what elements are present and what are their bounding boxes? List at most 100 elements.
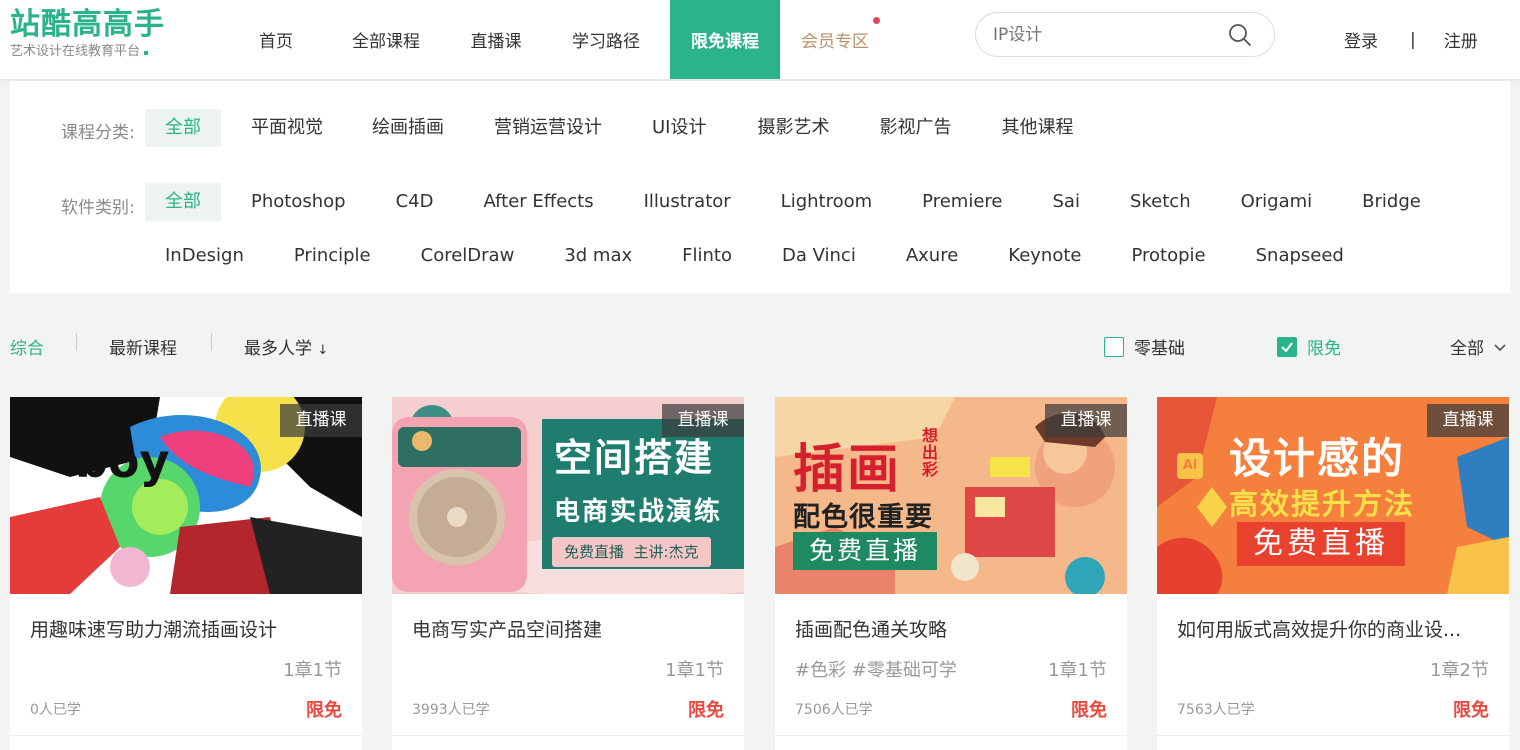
free-label: 限免	[1307, 339, 1341, 359]
course-topic-tags: #色彩 #零基础可学	[795, 660, 957, 681]
login-link[interactable]: 登录	[1344, 27, 1378, 52]
nav-vip[interactable]: 会员专区	[780, 0, 890, 79]
sort-comprehensive[interactable]: 综合	[10, 334, 44, 359]
register-link[interactable]: 注册	[1444, 27, 1478, 52]
course-thumbnail[interactable]: Ai 设计感的 高效提升方法 免费直播 直播课	[1157, 397, 1509, 594]
live-course-tag: 直播课	[1427, 404, 1509, 437]
price-badge: 限免	[1071, 700, 1107, 721]
learner-count: 7563人已学	[1177, 702, 1255, 718]
sort-most-learned[interactable]: 最多人学 ↓	[244, 334, 328, 359]
software-protopie[interactable]: Protopie	[1131, 237, 1205, 275]
card-divider	[775, 735, 1127, 736]
software-row-2: InDesign Principle CorelDraw 3d max Flin…	[165, 237, 1344, 275]
banner-note: 免费直播 主讲:杰克	[552, 537, 711, 567]
sort-newest[interactable]: 最新课程	[109, 334, 177, 359]
category-row: 全部 平面视觉 绘画插画 营销运营设计 UI设计 摄影艺术 影视广告 其他课程	[145, 109, 1073, 147]
category-all[interactable]: 全部	[145, 109, 221, 147]
price-badge: 限免	[306, 700, 342, 721]
banner-note: 免费直播	[793, 532, 938, 570]
course-card[interactable]: boy 直播课 用趣味速写助力潮流插画设计 1章1节 0人已学 限免	[10, 397, 362, 750]
sort-most-learned-label: 最多人学	[244, 339, 312, 359]
zero-basis-label: 零基础	[1134, 339, 1185, 359]
live-course-tag: 直播课	[280, 404, 362, 437]
course-card[interactable]: 插画 想出彩 配色很重要 免费直播 直播课 插画配色通关攻略 #色彩 #零基础可…	[775, 397, 1127, 750]
banner-side-text: 想出彩	[922, 426, 939, 479]
software-premiere[interactable]: Premiere	[922, 183, 1002, 221]
category-other[interactable]: 其他课程	[1001, 109, 1073, 147]
top-header: 站酷高高手 艺术设计在线教育平台 首页 全部课程 直播课 学习路径 限免课程 会…	[0, 0, 1520, 79]
course-title[interactable]: 如何用版式高效提升你的商业设...	[1177, 615, 1497, 642]
software-snapseed[interactable]: Snapseed	[1256, 237, 1344, 275]
software-bridge[interactable]: Bridge	[1362, 183, 1421, 221]
category-photography[interactable]: 摄影艺术	[757, 109, 829, 147]
category-marketing[interactable]: 营销运营设计	[494, 109, 602, 147]
sort-bar: 综合 最新课程 最多人学 ↓ 零基础 限免 全部	[10, 330, 1510, 360]
main-nav: 首页 全部课程 直播课 学习路径 限免课程 会员专区	[230, 0, 890, 79]
course-card[interactable]: Ai 设计感的 高效提升方法 免费直播 直播课 如何用版式高效提升你的商业设..…	[1157, 397, 1509, 750]
category-illustration[interactable]: 绘画插画	[372, 109, 444, 147]
nav-home[interactable]: 首页	[230, 0, 322, 79]
course-thumbnail[interactable]: 插画 想出彩 配色很重要 免费直播 直播课	[775, 397, 1127, 594]
software-after-effects[interactable]: After Effects	[483, 183, 593, 221]
nav-all-courses[interactable]: 全部课程	[322, 0, 450, 79]
course-thumbnail[interactable]: 空间搭建 电商实战演练 免费直播 主讲:杰克 直播课	[392, 397, 744, 594]
logo-title: 站酷高高手	[10, 7, 165, 42]
software-illustrator[interactable]: Illustrator	[644, 183, 731, 221]
free-checkbox[interactable]: 限免	[1277, 334, 1341, 359]
card-divider	[1157, 735, 1509, 736]
card-divider	[10, 735, 362, 736]
software-lightroom[interactable]: Lightroom	[781, 183, 873, 221]
banner-subtitle: 电商实战演练	[554, 497, 723, 527]
course-title[interactable]: 电商写实产品空间搭建	[412, 615, 732, 642]
learner-count: 7506人已学	[795, 702, 873, 718]
site-logo[interactable]: 站酷高高手 艺术设计在线教育平台	[10, 8, 165, 61]
software-all[interactable]: 全部	[145, 183, 221, 221]
nav-live[interactable]: 直播课	[450, 0, 542, 79]
live-course-tag: 直播课	[662, 404, 744, 437]
software-indesign[interactable]: InDesign	[165, 237, 244, 275]
course-title[interactable]: 插画配色通关攻略	[795, 615, 1115, 642]
live-course-tag: 直播课	[1045, 404, 1127, 437]
price-badge: 限免	[688, 700, 724, 721]
search-input[interactable]	[993, 23, 1223, 47]
software-flinto[interactable]: Flinto	[682, 237, 732, 275]
software-row-1: 全部 Photoshop C4D After Effects Illustrat…	[145, 183, 1421, 221]
category-graphic[interactable]: 平面视觉	[251, 109, 323, 147]
software-principle[interactable]: Principle	[294, 237, 371, 275]
check-icon	[1277, 336, 1297, 357]
chevron-down-icon	[1494, 337, 1506, 357]
software-axure[interactable]: Axure	[906, 237, 958, 275]
software-keynote[interactable]: Keynote	[1008, 237, 1081, 275]
ai-badge: Ai	[1177, 453, 1203, 479]
course-card[interactable]: 空间搭建 电商实战演练 免费直播 主讲:杰克 直播课 电商写实产品空间搭建 1章…	[392, 397, 744, 750]
category-ui[interactable]: UI设计	[652, 109, 706, 147]
software-sai[interactable]: Sai	[1052, 183, 1079, 221]
course-title[interactable]: 用趣味速写助力潮流插画设计	[30, 615, 350, 642]
software-3dmax[interactable]: 3d max	[564, 237, 632, 275]
software-photoshop[interactable]: Photoshop	[251, 183, 346, 221]
learner-count: 3993人已学	[412, 702, 490, 718]
software-origami[interactable]: Origami	[1241, 183, 1313, 221]
zero-basis-checkbox[interactable]: 零基础	[1104, 334, 1185, 359]
checkbox-box	[1104, 336, 1124, 357]
software-coreldraw[interactable]: CorelDraw	[421, 237, 515, 275]
software-c4d[interactable]: C4D	[396, 183, 434, 221]
nav-free-courses[interactable]: 限免课程	[670, 0, 780, 79]
filter-panel: 课程分类: 全部 平面视觉 绘画插画 营销运营设计 UI设计 摄影艺术 影视广告…	[10, 81, 1510, 293]
search-icon[interactable]	[1228, 23, 1252, 51]
banner-subtitle: 配色很重要	[793, 502, 933, 533]
price-badge: 限免	[1453, 700, 1489, 721]
category-film[interactable]: 影视广告	[879, 109, 951, 147]
card-divider	[392, 735, 744, 736]
software-davinci[interactable]: Da Vinci	[782, 237, 856, 275]
sort-divider	[211, 333, 212, 351]
banner-title: 插画	[793, 440, 902, 500]
all-dropdown[interactable]: 全部	[1450, 334, 1506, 359]
nav-learning-path[interactable]: 学习路径	[542, 0, 670, 79]
banner-note: 免费直播	[1237, 522, 1405, 566]
notification-dot	[873, 17, 880, 24]
svg-text:boy: boy	[75, 434, 170, 488]
course-thumbnail[interactable]: boy 直播课	[10, 397, 362, 594]
course-chapters: 1章1节	[283, 660, 342, 681]
software-sketch[interactable]: Sketch	[1130, 183, 1191, 221]
